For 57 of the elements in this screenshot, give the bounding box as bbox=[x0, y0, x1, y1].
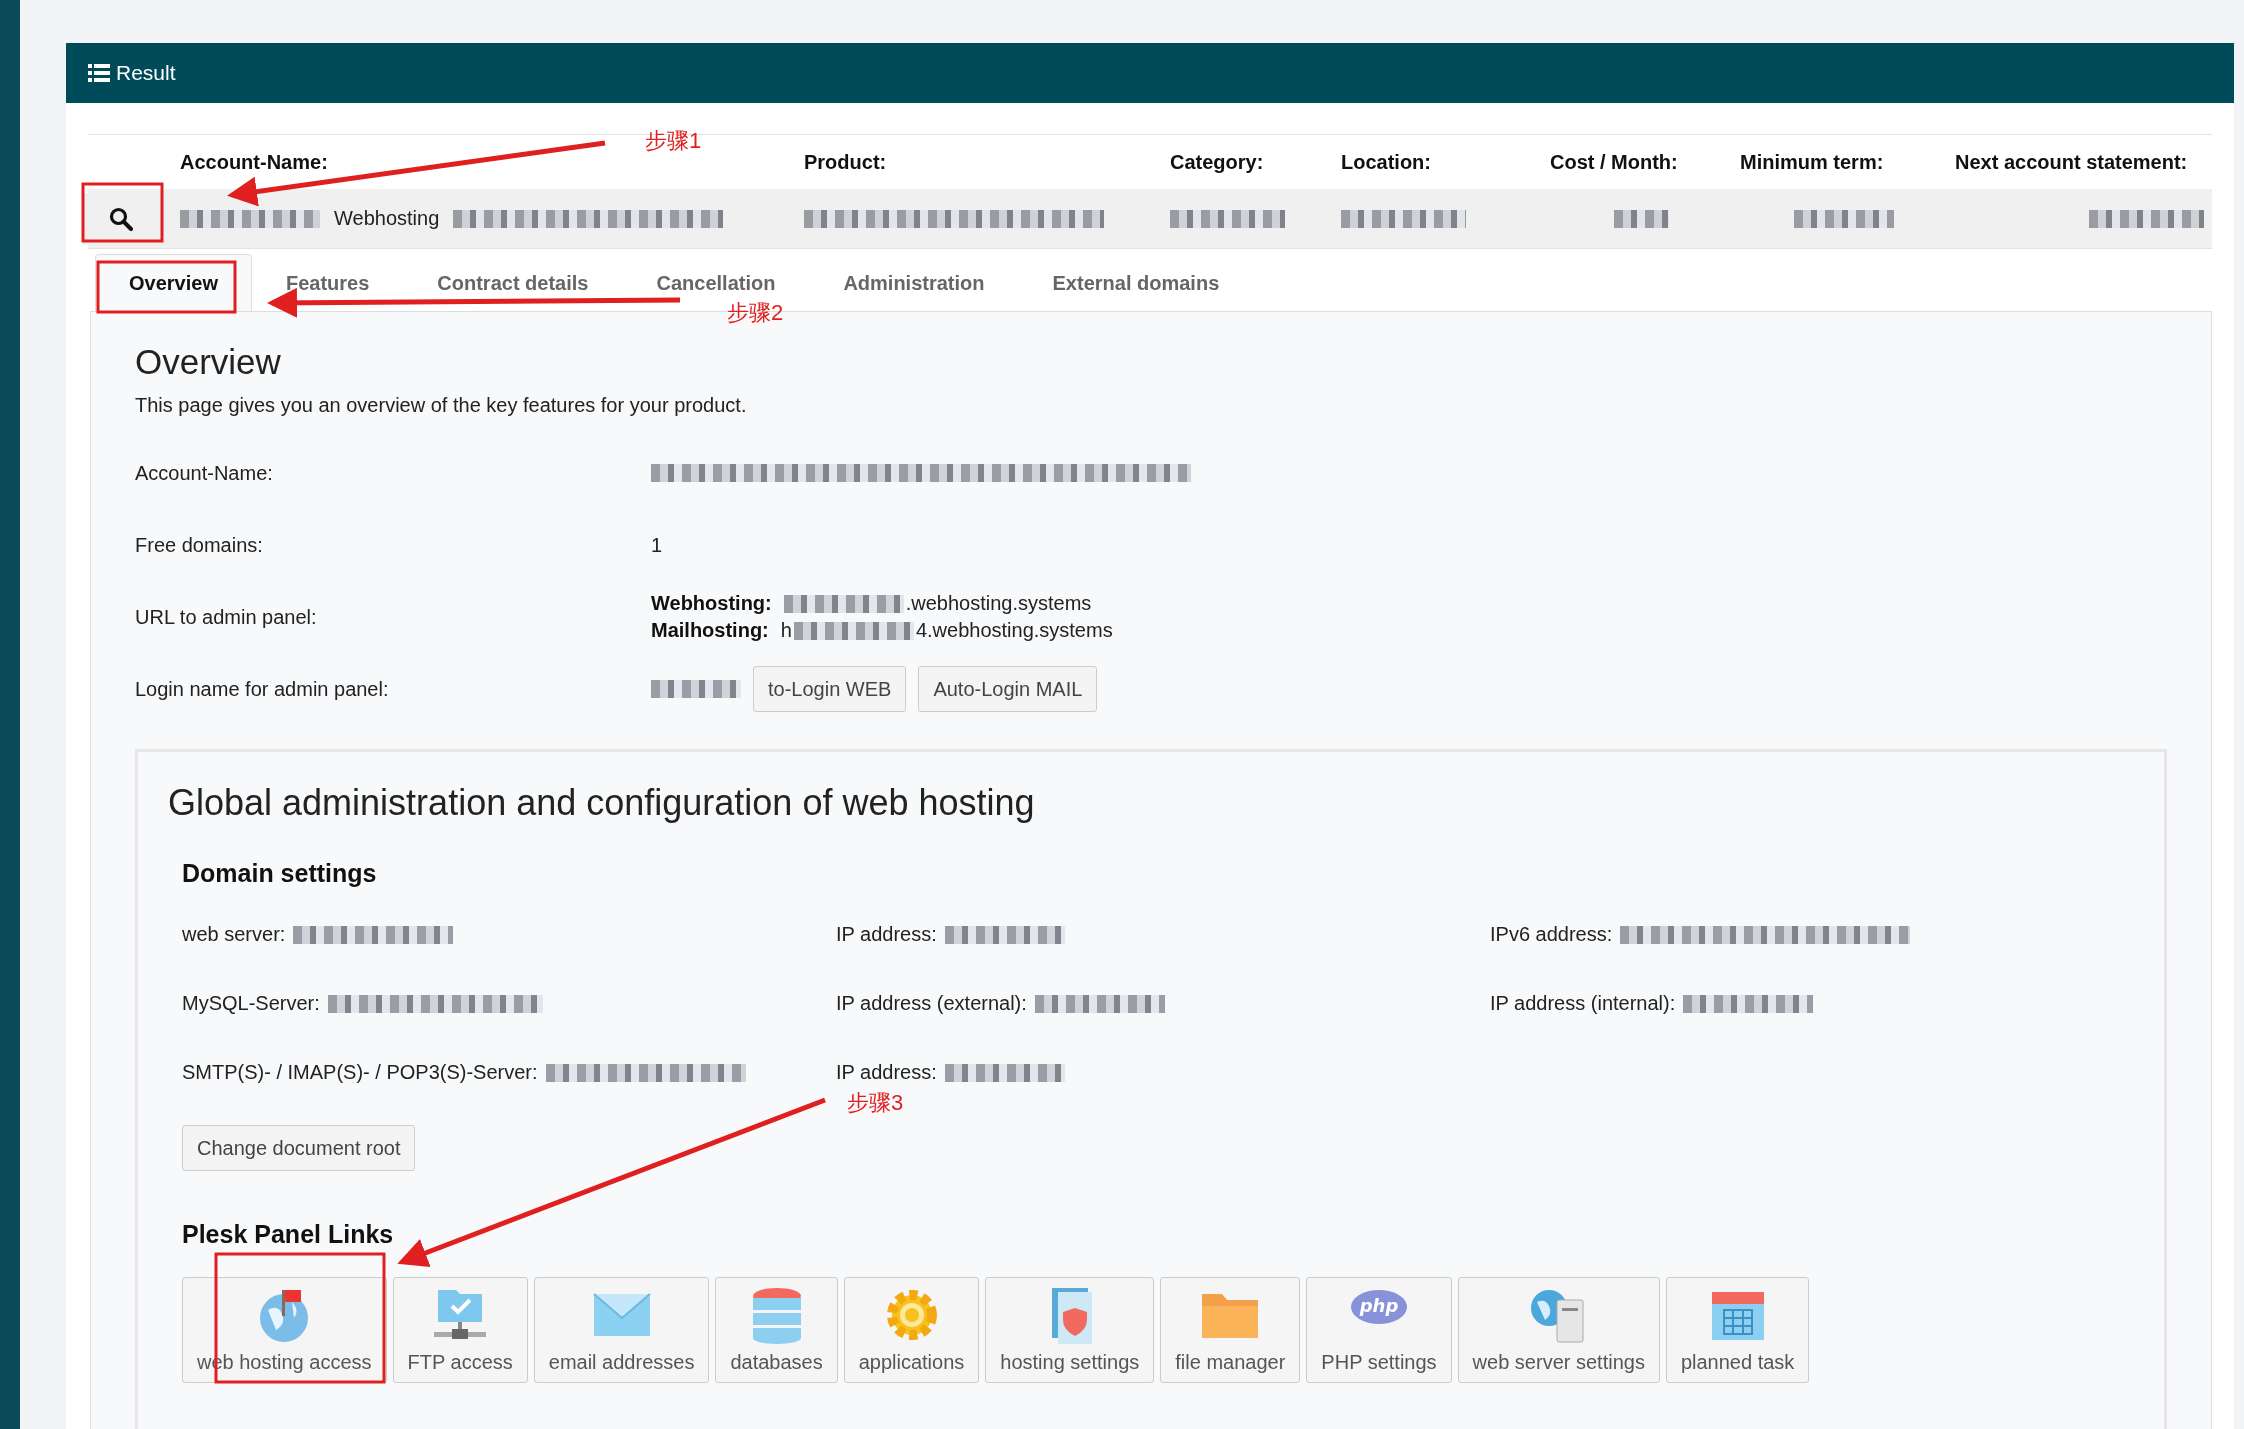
setting-label: IP address: bbox=[836, 923, 937, 946]
column-header: Category: bbox=[1170, 149, 1264, 175]
value-text: 1 bbox=[651, 533, 663, 557]
setting-label: IPv6 address: bbox=[1490, 923, 1613, 946]
tab[interactable]: External domains bbox=[1018, 254, 1254, 312]
column-header: Account-Name: bbox=[180, 149, 328, 175]
value-text: 4.webhosting.systems bbox=[915, 619, 1113, 642]
tab[interactable]: Administration bbox=[809, 254, 1019, 312]
step-annotation: 步骤1 bbox=[645, 127, 702, 155]
field-label: Account-Name: bbox=[135, 461, 274, 485]
value-text: h bbox=[780, 619, 792, 642]
subsection-heading: Plesk Panel Links bbox=[182, 1220, 395, 1249]
setting-label: web server: bbox=[182, 923, 286, 946]
step-annotation: 步骤3 bbox=[847, 1089, 904, 1117]
page-heading: Overview bbox=[135, 342, 282, 382]
value-label: Mailhosting: bbox=[651, 619, 769, 642]
column-header: Next account statement: bbox=[1955, 149, 2188, 175]
field-label: Login name for admin panel: bbox=[135, 677, 390, 701]
setting-label: IP address (internal): bbox=[1490, 992, 1676, 1015]
setting-label: IP address (external): bbox=[836, 992, 1027, 1015]
setting-label: MySQL-Server: bbox=[182, 992, 320, 1015]
auto-login-button[interactable]: Auto-Login MAIL bbox=[918, 666, 1098, 712]
tab[interactable]: Features bbox=[251, 254, 404, 312]
plesk-link-tile[interactable]: applications bbox=[843, 1277, 980, 1383]
subsection-heading: Domain settings bbox=[182, 859, 378, 888]
section-heading: Global administration and configuration of web hosting bbox=[168, 782, 1036, 824]
auto-login-button[interactable]: to-Login WEB bbox=[753, 666, 907, 712]
php-logo-text: php bbox=[1359, 1295, 1399, 1316]
plesk-link-tile[interactable]: php PHP settings bbox=[1306, 1277, 1452, 1383]
column-header: Product: bbox=[804, 149, 887, 175]
value-text: .webhosting.systems bbox=[905, 592, 1092, 615]
step-annotation: 步骤2 bbox=[727, 299, 784, 327]
column-header: Cost / Month: bbox=[1550, 149, 1678, 175]
plesk-link-tile[interactable]: file manager bbox=[1160, 1277, 1301, 1383]
tab[interactable]: Contract details bbox=[403, 254, 623, 312]
plesk-link-tile[interactable]: databases bbox=[715, 1277, 838, 1383]
field-label: URL to admin panel: bbox=[135, 605, 318, 629]
panel-title: Result bbox=[116, 61, 176, 85]
plesk-link-tile[interactable]: web server settings bbox=[1457, 1277, 1660, 1383]
setting-label: SMTP(S)- / IMAP(S)- / POP3(S)-Server: bbox=[182, 1061, 538, 1084]
plesk-link-tile[interactable]: FTP access bbox=[392, 1277, 528, 1383]
plesk-link-tile[interactable]: planned task bbox=[1665, 1277, 1810, 1383]
oval-icon bbox=[1351, 1290, 1407, 1324]
setting-label: IP address: bbox=[836, 1061, 937, 1084]
list-icon bbox=[88, 64, 110, 82]
value-text: Webhosting bbox=[334, 207, 440, 230]
plesk-link-tile[interactable]: email addresses bbox=[533, 1277, 710, 1383]
page-description: This page gives you an overview of the key features for your product. bbox=[135, 394, 748, 417]
search-icon bbox=[109, 206, 133, 231]
value-label: Webhosting: bbox=[651, 592, 772, 615]
change-document-root-button[interactable]: Change document root bbox=[182, 1125, 416, 1171]
column-header: Minimum term: bbox=[1740, 149, 1884, 175]
plesk-link-tile[interactable]: hosting settings bbox=[985, 1277, 1155, 1383]
blurred-text bbox=[1613, 209, 1669, 228]
tab[interactable]: Overview bbox=[95, 254, 252, 312]
column-header: Location: bbox=[1341, 149, 1431, 175]
field-label: Free domains: bbox=[135, 533, 264, 557]
